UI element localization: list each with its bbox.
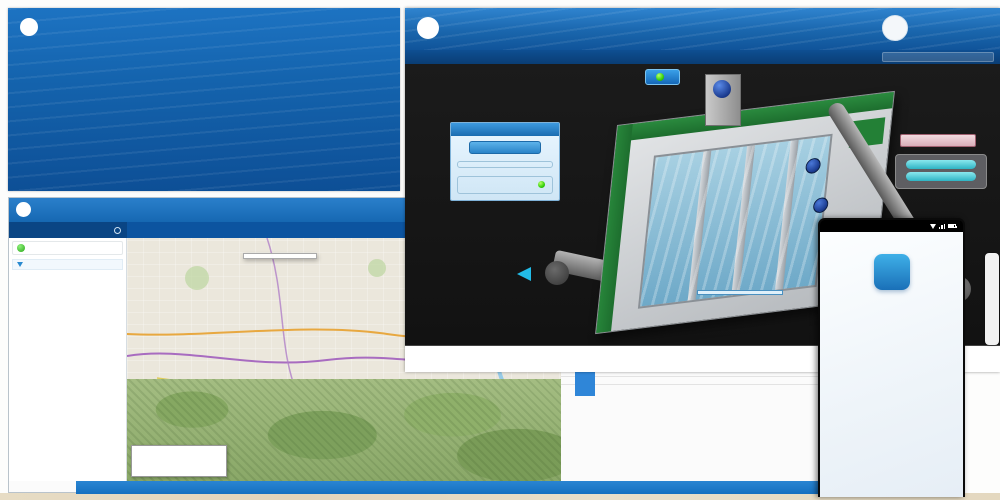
- search-input[interactable]: [883, 54, 993, 60]
- flow-group-title: [906, 160, 976, 169]
- search-box: [882, 52, 994, 62]
- status-icons: [930, 224, 960, 229]
- signal-icon: [939, 224, 946, 229]
- security-group: [457, 176, 553, 194]
- pipe-cap: [545, 261, 569, 285]
- scada-logo-icon: [417, 17, 439, 39]
- pump-unit[interactable]: [713, 80, 731, 98]
- map-overview-inset[interactable]: [131, 445, 227, 477]
- phone-status-bar: [820, 220, 963, 232]
- gis-logo-icon: [16, 202, 31, 217]
- map-info-marker[interactable]: [575, 370, 595, 396]
- network-triangle-icon: [930, 224, 936, 229]
- ocean-background: [8, 8, 400, 191]
- sidebar-tree-root[interactable]: [12, 259, 123, 270]
- phone-screen: [820, 232, 963, 497]
- station-info-panel: [450, 122, 560, 201]
- station-select-button[interactable]: [645, 69, 680, 85]
- wet-well-water: [638, 134, 833, 309]
- green-deck-strip: [596, 124, 633, 333]
- ocean-background: [405, 8, 1000, 50]
- phone-app-logo-icon: [874, 254, 910, 290]
- portal-panel: [8, 8, 400, 191]
- app-logo-icon: [20, 18, 38, 36]
- scada-header: [405, 8, 1000, 50]
- work-status-group: [457, 161, 553, 168]
- layer-checklist-panel: [243, 253, 317, 259]
- flow-arrow-icon: [517, 267, 531, 281]
- gis-nav-header: [9, 222, 127, 238]
- level-gauge-box: [697, 290, 783, 295]
- parameter-settings-button[interactable]: [469, 141, 541, 154]
- channel-wall: [731, 145, 755, 295]
- info-panel-title: [451, 123, 559, 136]
- sidebar-home-button[interactable]: [12, 241, 123, 255]
- elevation-cell: [698, 291, 740, 294]
- home-orb-icon: [17, 244, 25, 252]
- station-status-led: [656, 73, 664, 81]
- power-group-title: [906, 172, 976, 181]
- smoke-alarm-led: [538, 181, 545, 188]
- channel-wall: [688, 151, 712, 301]
- scada-nav-bar: [405, 50, 1000, 64]
- well-level-cell: [740, 291, 782, 294]
- portal-logo-row: [20, 18, 44, 36]
- screenshot-root: [0, 0, 1000, 500]
- user-avatar: [882, 15, 908, 41]
- channel-wall: [775, 140, 799, 290]
- collapse-sidebar-button[interactable]: [114, 227, 121, 234]
- power-panel: [895, 154, 987, 189]
- smoke-alarm-row: [458, 179, 552, 190]
- funnel-icon: [17, 262, 23, 267]
- scrollbar-panel[interactable]: [985, 253, 999, 345]
- battery-icon: [948, 224, 956, 228]
- gis-sidebar: [9, 238, 127, 481]
- phone-mockup: [818, 218, 965, 497]
- power-params-button[interactable]: [900, 134, 976, 147]
